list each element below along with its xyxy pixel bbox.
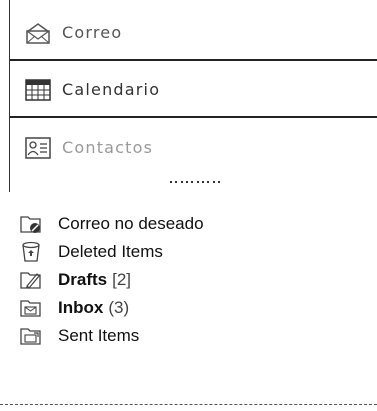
nav-label-mail: Correo xyxy=(62,23,123,42)
inbox-folder-icon xyxy=(20,300,41,317)
folder-list: Correo no deseado Deleted Items Drafts [… xyxy=(20,210,360,350)
junk-folder-icon xyxy=(20,216,41,233)
nav-label-contacts: Contactos xyxy=(62,138,154,157)
divider xyxy=(0,404,377,406)
drafts-folder-icon xyxy=(20,272,41,289)
folder-name: Correo no deseado xyxy=(58,214,204,233)
folder-name: Sent Items xyxy=(58,326,140,345)
pane-resize-handle[interactable] xyxy=(170,181,220,185)
folder-name: Inbox xyxy=(58,298,104,317)
nav-label-calendar: Calendario xyxy=(62,80,161,99)
trash-icon xyxy=(22,241,40,262)
unread-count: (3) xyxy=(108,298,130,317)
folder-deleted[interactable]: Deleted Items xyxy=(20,238,360,266)
folder-sent[interactable]: Sent Items xyxy=(20,322,360,350)
nav-item-contacts[interactable]: Contactos xyxy=(10,120,377,175)
folder-name: Deleted Items xyxy=(58,242,163,261)
nav-item-calendar[interactable]: Calendario xyxy=(10,63,377,118)
unread-count: [2] xyxy=(112,270,132,289)
nav-item-mail[interactable]: Correo xyxy=(10,6,377,61)
folder-drafts[interactable]: Drafts [2] xyxy=(20,266,360,294)
folder-inbox[interactable]: Inbox (3) xyxy=(20,294,360,322)
folder-junk[interactable]: Correo no deseado xyxy=(20,210,360,238)
folder-name: Drafts xyxy=(58,270,108,289)
navigation-pane: Correo Calendario Contactos Correo no de… xyxy=(0,0,377,411)
sent-folder-icon xyxy=(20,328,41,345)
contacts-icon xyxy=(25,136,51,159)
calendar-icon xyxy=(25,78,51,101)
mail-icon xyxy=(26,22,50,44)
